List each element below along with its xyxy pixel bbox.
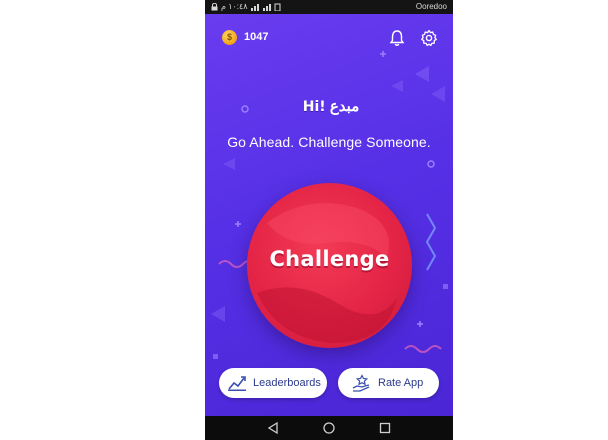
greeting: Hi! مبدع [205,97,453,115]
navigation-bar [205,416,453,440]
challenge-label: Challenge [269,247,390,271]
coin-icon: $ [222,30,237,45]
recent-apps-icon[interactable] [378,421,392,435]
hi-badge: Hi! [302,99,326,115]
rate-hand-icon [352,374,370,392]
home-screen: $ 1047 Hi! مبدع Go Ahead. Challenge Some… [205,14,453,416]
status-indicators: ١٠:٤٨ م [211,0,281,14]
bell-icon[interactable] [388,29,406,47]
lock-icon [211,3,218,11]
challenge-button[interactable]: Challenge [247,183,412,348]
coin-count: 1047 [244,31,269,43]
back-icon[interactable] [266,421,280,435]
status-bar: ١٠:٤٨ م Ooredoo [205,0,453,14]
leaderboards-button[interactable]: Leaderboards [219,368,327,398]
carrier-name: Ooredoo [415,2,447,11]
home-icon[interactable] [322,421,336,435]
status-time: ١٠:٤٨ م [221,2,248,11]
gear-icon[interactable] [420,29,438,47]
rate-app-button[interactable]: Rate App [338,368,439,398]
leaderboards-label: Leaderboards [253,377,321,389]
player-name: مبدع [329,98,360,115]
leaderboard-icon [228,376,246,391]
signal-wifi-icons [250,3,281,11]
phone-screen: ١٠:٤٨ م Ooredoo $ 1047 Hi! مبدع Go Ahead… [205,0,453,440]
tagline: Go Ahead. Challenge Someone. [227,134,431,150]
rate-app-label: Rate App [378,377,424,389]
